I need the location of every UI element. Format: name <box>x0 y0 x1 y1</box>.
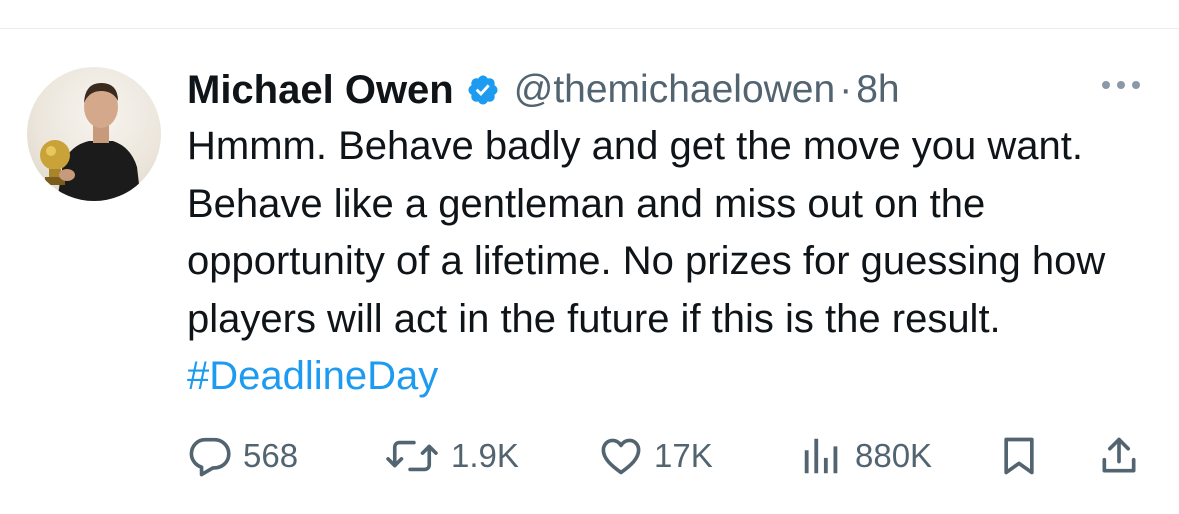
bookmark-icon <box>997 433 1041 479</box>
reply-button[interactable]: 568 <box>187 428 298 484</box>
author-name[interactable]: Michael Owen <box>187 68 454 113</box>
hashtag-link[interactable]: #DeadlineDay <box>187 354 438 398</box>
reply-icon <box>187 433 233 479</box>
like-button[interactable]: 17K <box>598 428 713 484</box>
bookmark-button[interactable] <box>997 428 1041 484</box>
share-button[interactable] <box>1097 428 1141 484</box>
tweet-card[interactable]: Michael Owen @themichaelowen · 8h Hmmm. … <box>0 0 1179 514</box>
tweet-text: Hmmm. Behave badly and get the move you … <box>187 118 1162 406</box>
views-count: 880K <box>855 437 933 474</box>
author-handle[interactable]: @themichaelowen <box>514 68 835 112</box>
share-icon <box>1097 433 1141 479</box>
action-bar: 568 1.9K 17K 880K <box>187 428 1147 484</box>
reply-count: 568 <box>243 437 299 474</box>
more-icon[interactable] <box>1096 70 1146 100</box>
views-button[interactable]: 880K <box>799 428 932 484</box>
repost-count: 1.9K <box>451 437 519 474</box>
views-icon <box>799 433 845 479</box>
repost-icon <box>383 433 441 479</box>
timestamp[interactable]: 8h <box>856 68 899 112</box>
avatar-image <box>40 83 141 201</box>
separator-dot: · <box>839 68 853 111</box>
tweet-header: Michael Owen @themichaelowen · 8h <box>187 60 900 120</box>
like-count: 17K <box>654 437 713 474</box>
avatar[interactable] <box>27 67 161 201</box>
verified-badge-icon[interactable] <box>466 73 500 107</box>
divider <box>0 28 1179 29</box>
repost-button[interactable]: 1.9K <box>383 428 519 484</box>
heart-icon <box>598 433 644 479</box>
tweet-body: Hmmm. Behave badly and get the move you … <box>187 124 1106 341</box>
